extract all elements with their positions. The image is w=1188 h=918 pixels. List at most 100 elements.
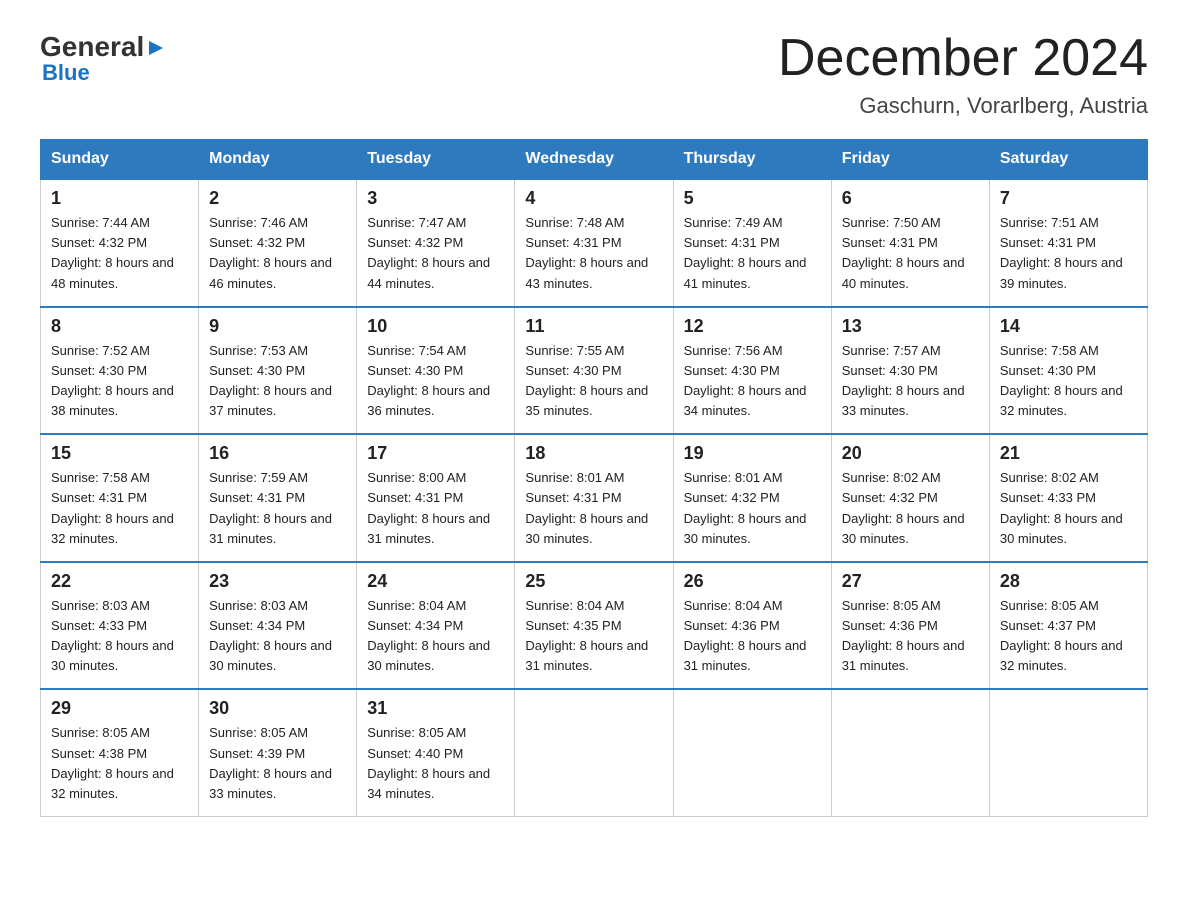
calendar-cell: 15 Sunrise: 7:58 AMSunset: 4:31 PMDaylig…	[41, 434, 199, 562]
logo-text: General	[40, 30, 165, 64]
day-info: Sunrise: 7:56 AMSunset: 4:30 PMDaylight:…	[684, 341, 821, 422]
day-number: 25	[525, 571, 662, 592]
calendar-cell: 20 Sunrise: 8:02 AMSunset: 4:32 PMDaylig…	[831, 434, 989, 562]
day-info: Sunrise: 8:05 AMSunset: 4:36 PMDaylight:…	[842, 596, 979, 677]
day-number: 14	[1000, 316, 1137, 337]
calendar-cell: 10 Sunrise: 7:54 AMSunset: 4:30 PMDaylig…	[357, 307, 515, 435]
calendar-cell	[989, 689, 1147, 816]
calendar-cell: 19 Sunrise: 8:01 AMSunset: 4:32 PMDaylig…	[673, 434, 831, 562]
calendar-cell: 1 Sunrise: 7:44 AMSunset: 4:32 PMDayligh…	[41, 179, 199, 307]
calendar-cell: 24 Sunrise: 8:04 AMSunset: 4:34 PMDaylig…	[357, 562, 515, 690]
day-info: Sunrise: 8:03 AMSunset: 4:34 PMDaylight:…	[209, 596, 346, 677]
day-info: Sunrise: 7:58 AMSunset: 4:30 PMDaylight:…	[1000, 341, 1137, 422]
calendar-cell: 12 Sunrise: 7:56 AMSunset: 4:30 PMDaylig…	[673, 307, 831, 435]
calendar-cell: 26 Sunrise: 8:04 AMSunset: 4:36 PMDaylig…	[673, 562, 831, 690]
weekday-friday: Friday	[831, 140, 989, 180]
logo-blue-text: Blue	[42, 60, 165, 86]
calendar-cell: 18 Sunrise: 8:01 AMSunset: 4:31 PMDaylig…	[515, 434, 673, 562]
calendar-table: SundayMondayTuesdayWednesdayThursdayFrid…	[40, 139, 1148, 817]
calendar-cell: 30 Sunrise: 8:05 AMSunset: 4:39 PMDaylig…	[199, 689, 357, 816]
day-number: 4	[525, 188, 662, 209]
day-info: Sunrise: 7:58 AMSunset: 4:31 PMDaylight:…	[51, 468, 188, 549]
calendar-cell: 21 Sunrise: 8:02 AMSunset: 4:33 PMDaylig…	[989, 434, 1147, 562]
day-info: Sunrise: 8:04 AMSunset: 4:36 PMDaylight:…	[684, 596, 821, 677]
calendar-cell: 17 Sunrise: 8:00 AMSunset: 4:31 PMDaylig…	[357, 434, 515, 562]
day-info: Sunrise: 7:59 AMSunset: 4:31 PMDaylight:…	[209, 468, 346, 549]
day-number: 8	[51, 316, 188, 337]
day-info: Sunrise: 7:57 AMSunset: 4:30 PMDaylight:…	[842, 341, 979, 422]
calendar-cell: 27 Sunrise: 8:05 AMSunset: 4:36 PMDaylig…	[831, 562, 989, 690]
day-info: Sunrise: 8:00 AMSunset: 4:31 PMDaylight:…	[367, 468, 504, 549]
day-number: 27	[842, 571, 979, 592]
calendar-location: Gaschurn, Vorarlberg, Austria	[778, 93, 1148, 119]
calendar-cell: 29 Sunrise: 8:05 AMSunset: 4:38 PMDaylig…	[41, 689, 199, 816]
weekday-tuesday: Tuesday	[357, 140, 515, 180]
day-number: 19	[684, 443, 821, 464]
calendar-cell: 31 Sunrise: 8:05 AMSunset: 4:40 PMDaylig…	[357, 689, 515, 816]
day-info: Sunrise: 8:01 AMSunset: 4:31 PMDaylight:…	[525, 468, 662, 549]
calendar-cell: 14 Sunrise: 7:58 AMSunset: 4:30 PMDaylig…	[989, 307, 1147, 435]
day-info: Sunrise: 7:49 AMSunset: 4:31 PMDaylight:…	[684, 213, 821, 294]
week-row-1: 1 Sunrise: 7:44 AMSunset: 4:32 PMDayligh…	[41, 179, 1148, 307]
day-number: 20	[842, 443, 979, 464]
calendar-cell: 9 Sunrise: 7:53 AMSunset: 4:30 PMDayligh…	[199, 307, 357, 435]
day-number: 16	[209, 443, 346, 464]
week-row-2: 8 Sunrise: 7:52 AMSunset: 4:30 PMDayligh…	[41, 307, 1148, 435]
day-info: Sunrise: 8:05 AMSunset: 4:37 PMDaylight:…	[1000, 596, 1137, 677]
logo-general: General	[40, 31, 144, 63]
calendar-cell: 2 Sunrise: 7:46 AMSunset: 4:32 PMDayligh…	[199, 179, 357, 307]
day-info: Sunrise: 7:48 AMSunset: 4:31 PMDaylight:…	[525, 213, 662, 294]
day-info: Sunrise: 7:44 AMSunset: 4:32 PMDaylight:…	[51, 213, 188, 294]
day-info: Sunrise: 8:02 AMSunset: 4:32 PMDaylight:…	[842, 468, 979, 549]
day-info: Sunrise: 8:05 AMSunset: 4:39 PMDaylight:…	[209, 723, 346, 804]
day-number: 2	[209, 188, 346, 209]
day-info: Sunrise: 7:51 AMSunset: 4:31 PMDaylight:…	[1000, 213, 1137, 294]
day-number: 29	[51, 698, 188, 719]
calendar-cell: 25 Sunrise: 8:04 AMSunset: 4:35 PMDaylig…	[515, 562, 673, 690]
day-info: Sunrise: 8:05 AMSunset: 4:38 PMDaylight:…	[51, 723, 188, 804]
logo: General Blue	[40, 30, 165, 86]
calendar-cell: 16 Sunrise: 7:59 AMSunset: 4:31 PMDaylig…	[199, 434, 357, 562]
day-number: 12	[684, 316, 821, 337]
day-info: Sunrise: 7:54 AMSunset: 4:30 PMDaylight:…	[367, 341, 504, 422]
day-number: 3	[367, 188, 504, 209]
day-number: 22	[51, 571, 188, 592]
day-number: 24	[367, 571, 504, 592]
day-number: 13	[842, 316, 979, 337]
day-info: Sunrise: 7:46 AMSunset: 4:32 PMDaylight:…	[209, 213, 346, 294]
weekday-header-row: SundayMondayTuesdayWednesdayThursdayFrid…	[41, 140, 1148, 180]
calendar-cell	[515, 689, 673, 816]
day-info: Sunrise: 7:52 AMSunset: 4:30 PMDaylight:…	[51, 341, 188, 422]
week-row-3: 15 Sunrise: 7:58 AMSunset: 4:31 PMDaylig…	[41, 434, 1148, 562]
weekday-saturday: Saturday	[989, 140, 1147, 180]
calendar-cell	[673, 689, 831, 816]
weekday-wednesday: Wednesday	[515, 140, 673, 180]
calendar-cell: 22 Sunrise: 8:03 AMSunset: 4:33 PMDaylig…	[41, 562, 199, 690]
calendar-body: 1 Sunrise: 7:44 AMSunset: 4:32 PMDayligh…	[41, 179, 1148, 816]
calendar-cell: 7 Sunrise: 7:51 AMSunset: 4:31 PMDayligh…	[989, 179, 1147, 307]
day-number: 30	[209, 698, 346, 719]
calendar-cell: 6 Sunrise: 7:50 AMSunset: 4:31 PMDayligh…	[831, 179, 989, 307]
day-info: Sunrise: 8:03 AMSunset: 4:33 PMDaylight:…	[51, 596, 188, 677]
weekday-monday: Monday	[199, 140, 357, 180]
day-info: Sunrise: 8:05 AMSunset: 4:40 PMDaylight:…	[367, 723, 504, 804]
calendar-cell: 8 Sunrise: 7:52 AMSunset: 4:30 PMDayligh…	[41, 307, 199, 435]
page-header: General Blue December 2024 Gaschurn, Vor…	[40, 30, 1148, 119]
calendar-cell: 23 Sunrise: 8:03 AMSunset: 4:34 PMDaylig…	[199, 562, 357, 690]
day-info: Sunrise: 7:50 AMSunset: 4:31 PMDaylight:…	[842, 213, 979, 294]
day-info: Sunrise: 8:01 AMSunset: 4:32 PMDaylight:…	[684, 468, 821, 549]
week-row-5: 29 Sunrise: 8:05 AMSunset: 4:38 PMDaylig…	[41, 689, 1148, 816]
calendar-cell	[831, 689, 989, 816]
calendar-cell: 13 Sunrise: 7:57 AMSunset: 4:30 PMDaylig…	[831, 307, 989, 435]
title-area: December 2024 Gaschurn, Vorarlberg, Aust…	[778, 30, 1148, 119]
day-number: 23	[209, 571, 346, 592]
day-number: 28	[1000, 571, 1137, 592]
day-number: 11	[525, 316, 662, 337]
weekday-sunday: Sunday	[41, 140, 199, 180]
day-info: Sunrise: 7:53 AMSunset: 4:30 PMDaylight:…	[209, 341, 346, 422]
day-number: 18	[525, 443, 662, 464]
day-number: 17	[367, 443, 504, 464]
day-number: 31	[367, 698, 504, 719]
calendar-cell: 5 Sunrise: 7:49 AMSunset: 4:31 PMDayligh…	[673, 179, 831, 307]
weekday-thursday: Thursday	[673, 140, 831, 180]
